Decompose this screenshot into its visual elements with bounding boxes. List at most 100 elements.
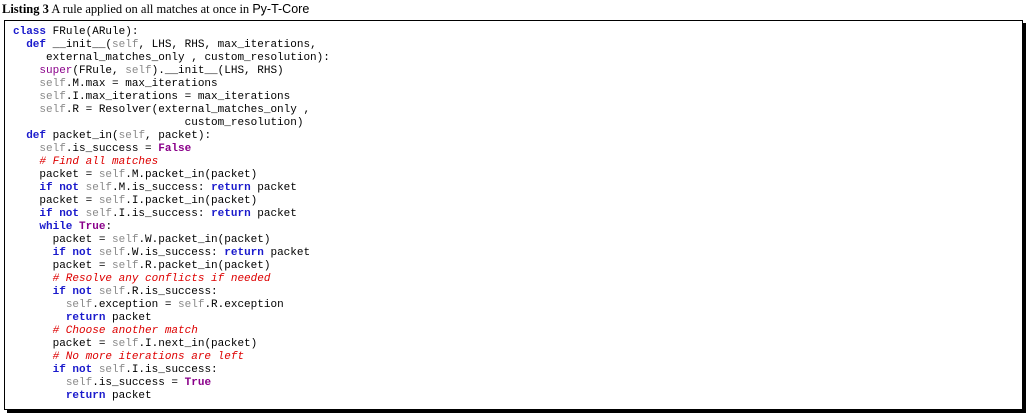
code-token-plain: .R = Resolver(external_matches_only , — [65, 104, 311, 116]
listing-label: Listing 3 — [2, 2, 49, 16]
code-line: return packet — [13, 390, 330, 403]
code-token-comment: # Choose another match — [52, 325, 198, 337]
code-token-comment: # No more iterations are left — [52, 351, 245, 363]
code-token-plain: FRule(ARule): — [46, 26, 139, 38]
code-token-comment: # Find all matches — [39, 156, 159, 168]
code-token-self: self — [112, 234, 139, 246]
code-token-self: self — [98, 247, 126, 259]
code-token-plain: .M.packet_in(packet) — [125, 169, 258, 181]
code-line: class FRule(ARule): — [13, 26, 330, 39]
code-token-plain: .M.max = max_iterations — [65, 78, 218, 90]
code-token-kw: return — [65, 312, 106, 324]
code-token-plain: .R.packet_in(packet) — [138, 260, 271, 272]
code-line: external_matches_only , custom_resolutio… — [13, 52, 330, 65]
listing-caption-text: A rule applied on all matches at once in — [51, 2, 250, 16]
code-block: class FRule(ARule): def __init__(self, L… — [13, 26, 330, 403]
code-token-plain: .I.packet_in(packet) — [125, 195, 258, 207]
code-token-kw: if not — [52, 364, 93, 376]
code-token-self: self — [98, 286, 126, 298]
code-token-plain: packet — [250, 182, 297, 194]
code-token-self: self — [39, 143, 66, 155]
code-token-plain: packet_in( — [46, 130, 119, 142]
code-token-plain: ).__init__(LHS, RHS) — [151, 65, 284, 77]
code-listing-box: class FRule(ARule): def __init__(self, L… — [4, 20, 1023, 410]
code-line: packet = self.M.packet_in(packet) — [13, 169, 330, 182]
code-token-kw: class — [13, 26, 47, 38]
code-line: if not self.M.is_success: return packet — [13, 182, 330, 195]
code-line: packet = self.W.packet_in(packet) — [13, 234, 330, 247]
code-token-kw: if not — [52, 247, 93, 259]
code-token-kw: if not — [52, 286, 93, 298]
code-line: self.R = Resolver(external_matches_only … — [13, 104, 330, 117]
code-token-plain: packet = — [52, 338, 113, 350]
code-line: self.M.max = max_iterations — [13, 78, 330, 91]
code-line: custom_resolution) — [13, 117, 330, 130]
code-line: def packet_in(self, packet): — [13, 130, 330, 143]
code-token-self: self — [39, 104, 66, 116]
code-token-plain: .I.is_success: — [112, 208, 212, 220]
code-token-plain: packet — [250, 208, 297, 220]
code-token-plain: packet — [105, 312, 152, 324]
code-line: self.I.max_iterations = max_iterations — [13, 91, 330, 104]
code-line: self.is_success = False — [13, 143, 330, 156]
code-line: # Find all matches — [13, 156, 330, 169]
code-token-kw: def — [26, 39, 47, 51]
code-token-self: self — [85, 182, 113, 194]
code-line: if not self.I.is_success: return packet — [13, 208, 330, 221]
code-line: super(FRule, self).__init__(LHS, RHS) — [13, 65, 330, 78]
code-token-self: self — [98, 195, 126, 207]
code-token-self: self — [112, 39, 139, 51]
code-line: if not self.I.is_success: — [13, 364, 330, 377]
code-token-plain: custom_resolution) — [184, 117, 304, 129]
code-token-kw: return — [211, 182, 251, 194]
code-token-plain: external_matches_only , custom_resolutio… — [46, 52, 330, 64]
listing-package-name: Py-T-Core — [252, 2, 310, 16]
code-token-plain: .R.is_success: — [125, 286, 218, 298]
code-token-plain: , LHS, RHS, max_iterations, — [138, 39, 317, 51]
code-line: # Resolve any conflicts if needed — [13, 273, 330, 286]
code-token-kw: if not — [39, 208, 80, 220]
code-token-self: self — [125, 65, 152, 77]
code-line: # Choose another match — [13, 325, 330, 338]
code-token-self: self — [112, 260, 139, 272]
code-token-plain: .I.max_iterations = max_iterations — [65, 91, 291, 103]
code-line: if not self.W.is_success: return packet — [13, 247, 330, 260]
code-token-const: True — [79, 221, 106, 233]
code-token-plain: packet = — [52, 260, 113, 272]
code-token-plain: (FRule, — [72, 65, 126, 77]
code-token-plain: .R.exception — [204, 299, 284, 311]
code-token-plain: .exception = — [92, 299, 179, 311]
code-token-self: self — [65, 299, 93, 311]
code-line: packet = self.I.next_in(packet) — [13, 338, 330, 351]
code-token-const: False — [158, 143, 192, 155]
code-token-kw: return — [211, 208, 251, 220]
code-line: while True: — [13, 221, 330, 234]
code-line: if not self.R.is_success: — [13, 286, 330, 299]
code-token-plain: packet = — [39, 169, 99, 181]
